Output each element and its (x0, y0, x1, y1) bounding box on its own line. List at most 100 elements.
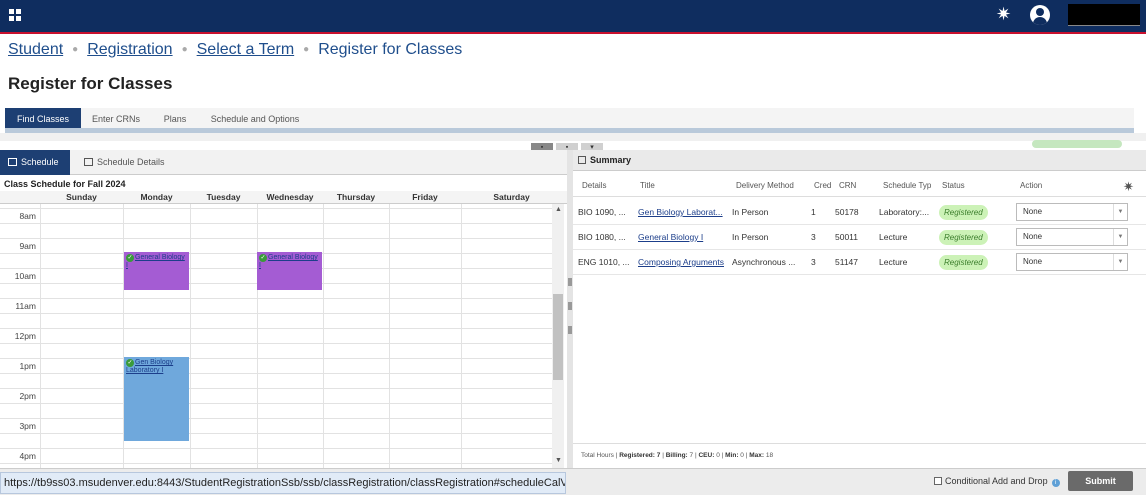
breadcrumb-select-term-link[interactable]: Select a Term (197, 41, 295, 58)
grid-line (389, 204, 390, 468)
action-select[interactable]: None ▼ (1016, 228, 1128, 246)
cell-schedule-type: Laboratory:... (879, 207, 930, 217)
time-label: 10am (14, 271, 36, 281)
schedule-tabs: Schedule Schedule Details (0, 150, 567, 175)
column-credit[interactable]: Cred (814, 175, 831, 197)
splitter-handle[interactable] (568, 302, 572, 310)
cell-title-link[interactable]: General Biology I (638, 225, 730, 250)
cell-details: BIO 1090, ... (578, 207, 626, 217)
column-schedule-type[interactable]: Schedule Typ (883, 175, 931, 197)
user-profile-icon[interactable] (1030, 5, 1050, 25)
total-hours-summary: Total Hours | Registered: 7 | Billing: 7… (573, 443, 1146, 467)
cell-credits: 3 (811, 257, 816, 267)
tab-find-classes[interactable]: Find Classes (5, 108, 81, 128)
column-delivery-method[interactable]: Delivery Method (736, 175, 794, 197)
cell-crn: 50011 (835, 232, 859, 242)
totals-registered: 7 (656, 452, 661, 459)
grid-line (257, 204, 258, 468)
scrollbar-thumb[interactable] (553, 294, 563, 380)
calendar-event-general-biology-wednesday[interactable]: ✓ General Biology I (257, 252, 322, 290)
totals-prefix: Total Hours | (581, 452, 620, 459)
breadcrumb-registration-link[interactable]: Registration (87, 41, 172, 58)
scroll-up-arrow-icon[interactable]: ▲ (555, 206, 562, 213)
apps-grid-icon[interactable] (9, 9, 21, 21)
cell-credits: 1 (811, 207, 816, 217)
cell-delivery: Asynchronous ... (732, 257, 796, 267)
calendar-title: Class Schedule for Fall 2024 (0, 177, 567, 191)
day-thursday: Thursday (336, 192, 376, 202)
totals-max: 18 (765, 452, 774, 459)
cell-title-link[interactable]: Gen Biology Laborat... (638, 200, 730, 225)
day-sunday: Sunday (66, 192, 97, 202)
action-select[interactable]: None ▼ (1016, 203, 1128, 221)
summary-icon (578, 156, 586, 164)
grid-line (0, 328, 552, 329)
info-icon[interactable]: i (1051, 479, 1060, 487)
calendar-icon (8, 158, 17, 166)
action-select-value: None (1023, 257, 1043, 266)
grid-line (0, 313, 552, 314)
cell-details: BIO 1080, ... (578, 232, 626, 242)
chevron-down-icon: ▼ (1113, 254, 1127, 270)
cell-schedule-type: Lecture (879, 257, 908, 267)
breadcrumb-separator: ● (72, 44, 79, 56)
cell-crn: 51147 (835, 257, 859, 267)
day-friday: Friday (412, 192, 438, 202)
top-navigation-bar: ✷ (0, 0, 1146, 34)
time-label: 2pm (19, 391, 36, 401)
breadcrumb-student-link[interactable]: Student (8, 41, 63, 58)
cell-schedule-type: Lecture (879, 232, 908, 242)
column-crn[interactable]: CRN (839, 175, 856, 197)
tab-enter-crns[interactable]: Enter CRNs (85, 108, 147, 128)
grid-line (0, 433, 552, 434)
conditional-add-drop-checkbox[interactable] (934, 477, 942, 485)
calendar-scrollbar[interactable]: ▲ ▼ (552, 204, 564, 468)
page-title: Register for Classes (8, 74, 173, 93)
time-label: 4pm (19, 451, 36, 461)
action-select[interactable]: None ▼ (1016, 253, 1128, 271)
submit-button[interactable]: Submit (1068, 471, 1133, 491)
day-wednesday: Wednesday (266, 192, 314, 202)
cell-credits: 3 (811, 232, 816, 242)
grid-line (0, 448, 552, 449)
cell-title-link[interactable]: Composing Arguments (638, 250, 730, 275)
conditional-add-drop-label: Conditional Add and Drop (945, 476, 1048, 486)
panel-splitter[interactable] (567, 150, 573, 468)
splitter-handle[interactable] (568, 278, 572, 286)
tab-schedule-and-options[interactable]: Schedule and Options (203, 108, 307, 128)
totals-registered-label: Registered: (619, 452, 655, 459)
calendar-event-general-biology-monday[interactable]: ✓ General Biology I (124, 252, 189, 290)
tab-schedule-details-label: Schedule Details (97, 157, 165, 167)
time-label: 8am (19, 211, 36, 221)
column-action[interactable]: Action (1020, 175, 1042, 197)
grid-line (0, 358, 552, 359)
status-badge: Registered (939, 255, 988, 270)
time-label: 9am (19, 241, 36, 251)
column-details[interactable]: Details (582, 175, 606, 197)
check-icon: ✓ (126, 359, 134, 367)
grid-line (0, 403, 552, 404)
splitter-handle[interactable] (568, 326, 572, 334)
scroll-down-arrow-icon[interactable]: ▼ (555, 457, 562, 464)
totals-billing-label: Billing: (665, 452, 688, 459)
tab-plans[interactable]: Plans (155, 108, 195, 128)
column-title[interactable]: Title (640, 175, 655, 197)
calendar-event-biology-lab-monday[interactable]: ✓ Gen Biology Laboratory I (124, 357, 189, 441)
grid-line (190, 204, 191, 468)
panel-divider (0, 133, 1146, 141)
tab-schedule[interactable]: Schedule (0, 150, 70, 175)
browser-status-url: https://tb9ss03.msudenver.edu:8443/Stude… (0, 472, 566, 494)
summary-header: Summary (573, 150, 1146, 171)
column-settings-gear-icon[interactable]: ✷ (1123, 179, 1134, 195)
check-icon: ✓ (259, 254, 267, 262)
day-monday: Monday (140, 192, 173, 202)
grid-line (0, 388, 552, 389)
column-status[interactable]: Status (942, 175, 965, 197)
conditional-add-drop[interactable]: Conditional Add and Drop i (934, 475, 1060, 487)
status-badge: Registered (939, 205, 988, 220)
breadcrumb-current: Register for Classes (318, 41, 463, 58)
event-label: General Biology I (126, 254, 185, 269)
settings-gear-icon[interactable]: ✷ (996, 4, 1011, 25)
tab-schedule-details[interactable]: Schedule Details (76, 150, 186, 175)
grid-line (0, 463, 552, 464)
